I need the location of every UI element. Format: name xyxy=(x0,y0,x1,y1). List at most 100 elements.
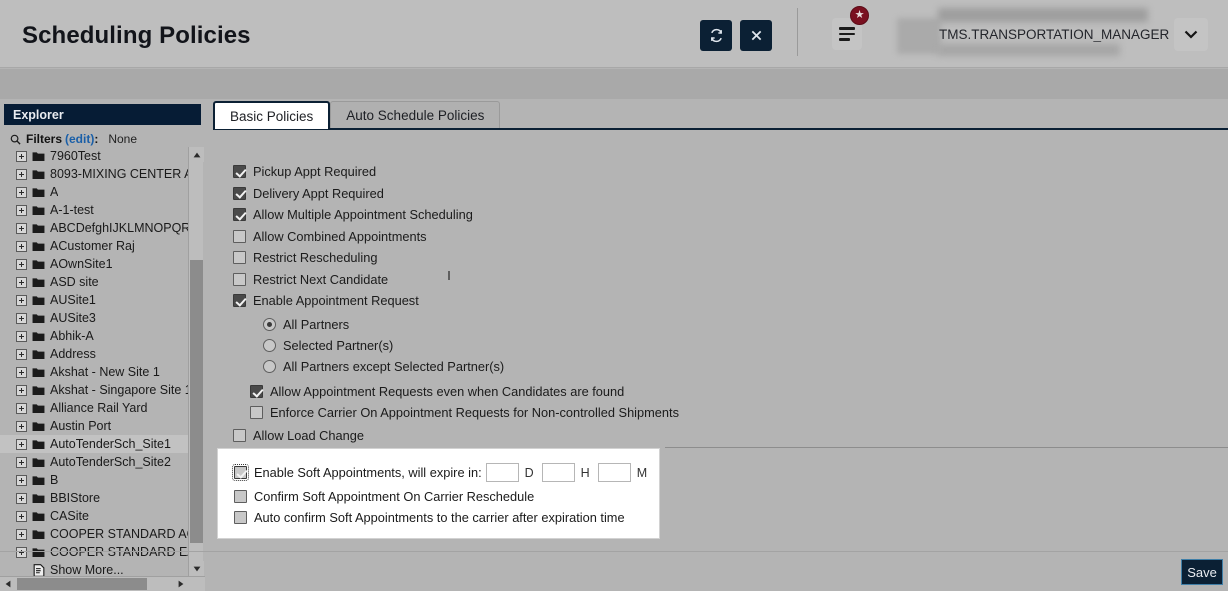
scroll-left-arrow-icon[interactable] xyxy=(0,577,15,591)
tree-item-ausite1[interactable]: AUSite1 xyxy=(0,291,190,309)
tree-item-ausite3[interactable]: AUSite3 xyxy=(0,309,190,327)
option-enable-appointment-request[interactable]: Enable Appointment Request xyxy=(233,293,419,308)
expand-icon[interactable] xyxy=(16,439,27,450)
tree-item-a[interactable]: A xyxy=(0,183,190,201)
expand-icon[interactable] xyxy=(16,295,27,306)
checkbox-allow-multiple-appointment-scheduling[interactable] xyxy=(233,208,246,221)
policy-tabs[interactable]: Basic PoliciesAuto Schedule Policies xyxy=(213,101,500,129)
option-pickup-appt-required[interactable]: Pickup Appt Required xyxy=(233,164,376,179)
soft-expire-hours-input[interactable] xyxy=(542,463,575,482)
refresh-button[interactable] xyxy=(700,20,732,51)
tree-item-bbistore[interactable]: BBIStore xyxy=(0,489,190,507)
tree-item-a-1-test[interactable]: A-1-test xyxy=(0,201,190,219)
checkbox-confirm-on-carrier-reschedule[interactable] xyxy=(234,490,247,503)
suboption-enforce-carrier-on-appointment-requests-for-no[interactable]: Enforce Carrier On Appointment Requests … xyxy=(250,405,679,420)
tree-item-b[interactable]: B xyxy=(0,471,190,489)
checkbox-auto-confirm-soft-appointments[interactable] xyxy=(234,511,247,524)
radio-all-partners[interactable] xyxy=(263,318,276,331)
expand-icon[interactable] xyxy=(16,277,27,288)
radio-option-all-partners-except-selected-partner-s[interactable]: All Partners except Selected Partner(s) xyxy=(263,359,504,374)
checkbox-restrict-rescheduling[interactable] xyxy=(233,251,246,264)
checkbox-enable-soft-appointments[interactable] xyxy=(234,466,247,479)
expand-icon[interactable] xyxy=(16,241,27,252)
expand-icon[interactable] xyxy=(16,151,27,162)
tree-item-autotendersch-site1[interactable]: AutoTenderSch_Site1 xyxy=(0,435,190,453)
radio-selected-partner-s[interactable] xyxy=(263,339,276,352)
tree-item-akshat-singapore-site-1[interactable]: Akshat - Singapore Site 1 xyxy=(0,381,190,399)
suboption-allow-appointment-requests-even-when-candidate[interactable]: Allow Appointment Requests even when Can… xyxy=(250,384,624,399)
checkbox-enable-appointment-request[interactable] xyxy=(233,294,246,307)
sidebar-scroll-thumb[interactable] xyxy=(190,260,203,543)
checkbox-delivery-appt-required[interactable] xyxy=(233,187,246,200)
tab-auto-schedule-policies[interactable]: Auto Schedule Policies xyxy=(330,101,500,129)
expand-icon[interactable] xyxy=(16,331,27,342)
explorer-tree[interactable]: 7960Test8093-MIXING CENTER AZCAAA-1-test… xyxy=(0,147,190,576)
checkbox-allow-combined-appointments[interactable] xyxy=(233,230,246,243)
radio-option-selected-partner-s[interactable]: Selected Partner(s) xyxy=(263,338,393,353)
sidebar-horizontal-scrollbar[interactable] xyxy=(0,576,205,591)
option-restrict-next-candidate[interactable]: Restrict Next Candidate xyxy=(233,272,388,287)
option-allow-combined-appointments[interactable]: Allow Combined Appointments xyxy=(233,229,427,244)
clipped-checkbox[interactable] xyxy=(448,271,450,280)
tree-item-show-more[interactable]: Show More... xyxy=(0,561,190,576)
tree-item-alliance-rail-yard[interactable]: Alliance Rail Yard xyxy=(0,399,190,417)
expand-icon[interactable] xyxy=(16,205,27,216)
radio-all-partners-except-selected-partner-s[interactable] xyxy=(263,360,276,373)
soft-confirm-reschedule-row[interactable]: Confirm Soft Appointment On Carrier Resc… xyxy=(234,489,534,504)
sidebar-vertical-scrollbar[interactable] xyxy=(188,147,203,576)
expand-icon[interactable] xyxy=(16,367,27,378)
checkbox-pickup-appt-required[interactable] xyxy=(233,165,246,178)
tree-item-address[interactable]: Address xyxy=(0,345,190,363)
user-menu-button[interactable] xyxy=(1174,18,1208,51)
save-button[interactable]: Save xyxy=(1181,559,1223,585)
tab-basic-policies[interactable]: Basic Policies xyxy=(213,101,330,129)
tree-item-casite[interactable]: CASite xyxy=(0,507,190,525)
checkbox-restrict-next-candidate[interactable] xyxy=(233,273,246,286)
tree-item-austin-port[interactable]: Austin Port xyxy=(0,417,190,435)
soft-expire-days-input[interactable] xyxy=(486,463,519,482)
soft-enable-row[interactable]: Enable Soft Appointments, will expire in… xyxy=(234,463,651,482)
tree-item-aownsite1[interactable]: AOwnSite1 xyxy=(0,255,190,273)
scroll-up-arrow-icon[interactable] xyxy=(189,147,204,162)
option-allow-multiple-appointment-scheduling[interactable]: Allow Multiple Appointment Scheduling xyxy=(233,207,473,222)
close-button[interactable] xyxy=(740,20,772,51)
tree-item-cooper-standard-eas-co[interactable]: COOPER STANDARD EAS CO xyxy=(0,543,190,561)
tree-item-cooper-standard-aguas[interactable]: COOPER STANDARD AGUAS xyxy=(0,525,190,543)
expand-icon[interactable] xyxy=(16,421,27,432)
checkbox-enforce-carrier-on-appointment-requests-for-no[interactable] xyxy=(250,406,263,419)
expand-icon[interactable] xyxy=(16,475,27,486)
option-allow-load-change[interactable]: Allow Load Change xyxy=(233,428,364,443)
filters-edit-link[interactable]: (edit) xyxy=(65,132,94,146)
tree-item-abcdefghijklmnopqrstu[interactable]: ABCDefghIJKLMNOPQRSTU xyxy=(0,219,190,237)
expand-icon[interactable] xyxy=(16,313,27,324)
tree-item-8093-mixing-center-azca[interactable]: 8093-MIXING CENTER AZCA xyxy=(0,165,190,183)
scroll-right-arrow-icon[interactable] xyxy=(173,577,188,591)
soft-auto-confirm-row[interactable]: Auto confirm Soft Appointments to the ca… xyxy=(234,510,625,525)
expand-icon[interactable] xyxy=(16,547,27,558)
expand-icon[interactable] xyxy=(16,259,27,270)
expand-icon[interactable] xyxy=(16,169,27,180)
tree-item-acustomer-raj[interactable]: ACustomer Raj xyxy=(0,237,190,255)
expand-icon[interactable] xyxy=(16,349,27,360)
tree-item-autotendersch-site2[interactable]: AutoTenderSch_Site2 xyxy=(0,453,190,471)
star-badge-icon[interactable]: ★ xyxy=(850,6,869,25)
tree-item-7960test[interactable]: 7960Test xyxy=(0,147,190,165)
soft-expire-minutes-input[interactable] xyxy=(598,463,631,482)
expand-icon[interactable] xyxy=(16,511,27,522)
expand-icon[interactable] xyxy=(16,385,27,396)
scroll-down-arrow-icon[interactable] xyxy=(189,561,204,576)
expand-icon[interactable] xyxy=(16,223,27,234)
expand-icon[interactable] xyxy=(16,403,27,414)
expand-icon[interactable] xyxy=(16,187,27,198)
tree-item-abhik-a[interactable]: Abhik-A xyxy=(0,327,190,345)
expand-icon[interactable] xyxy=(16,457,27,468)
radio-option-all-partners[interactable]: All Partners xyxy=(263,317,349,332)
tree-item-akshat-new-site-1[interactable]: Akshat - New Site 1 xyxy=(0,363,190,381)
option-restrict-rescheduling[interactable]: Restrict Rescheduling xyxy=(233,250,377,265)
checkbox-allow-appointment-requests-even-when-candidate[interactable] xyxy=(250,385,263,398)
tree-item-asd-site[interactable]: ASD site xyxy=(0,273,190,291)
option-delivery-appt-required[interactable]: Delivery Appt Required xyxy=(233,186,384,201)
checkbox-allow-load-change[interactable] xyxy=(233,429,246,442)
expand-icon[interactable] xyxy=(16,529,27,540)
sidebar-hscroll-thumb[interactable] xyxy=(17,578,147,590)
